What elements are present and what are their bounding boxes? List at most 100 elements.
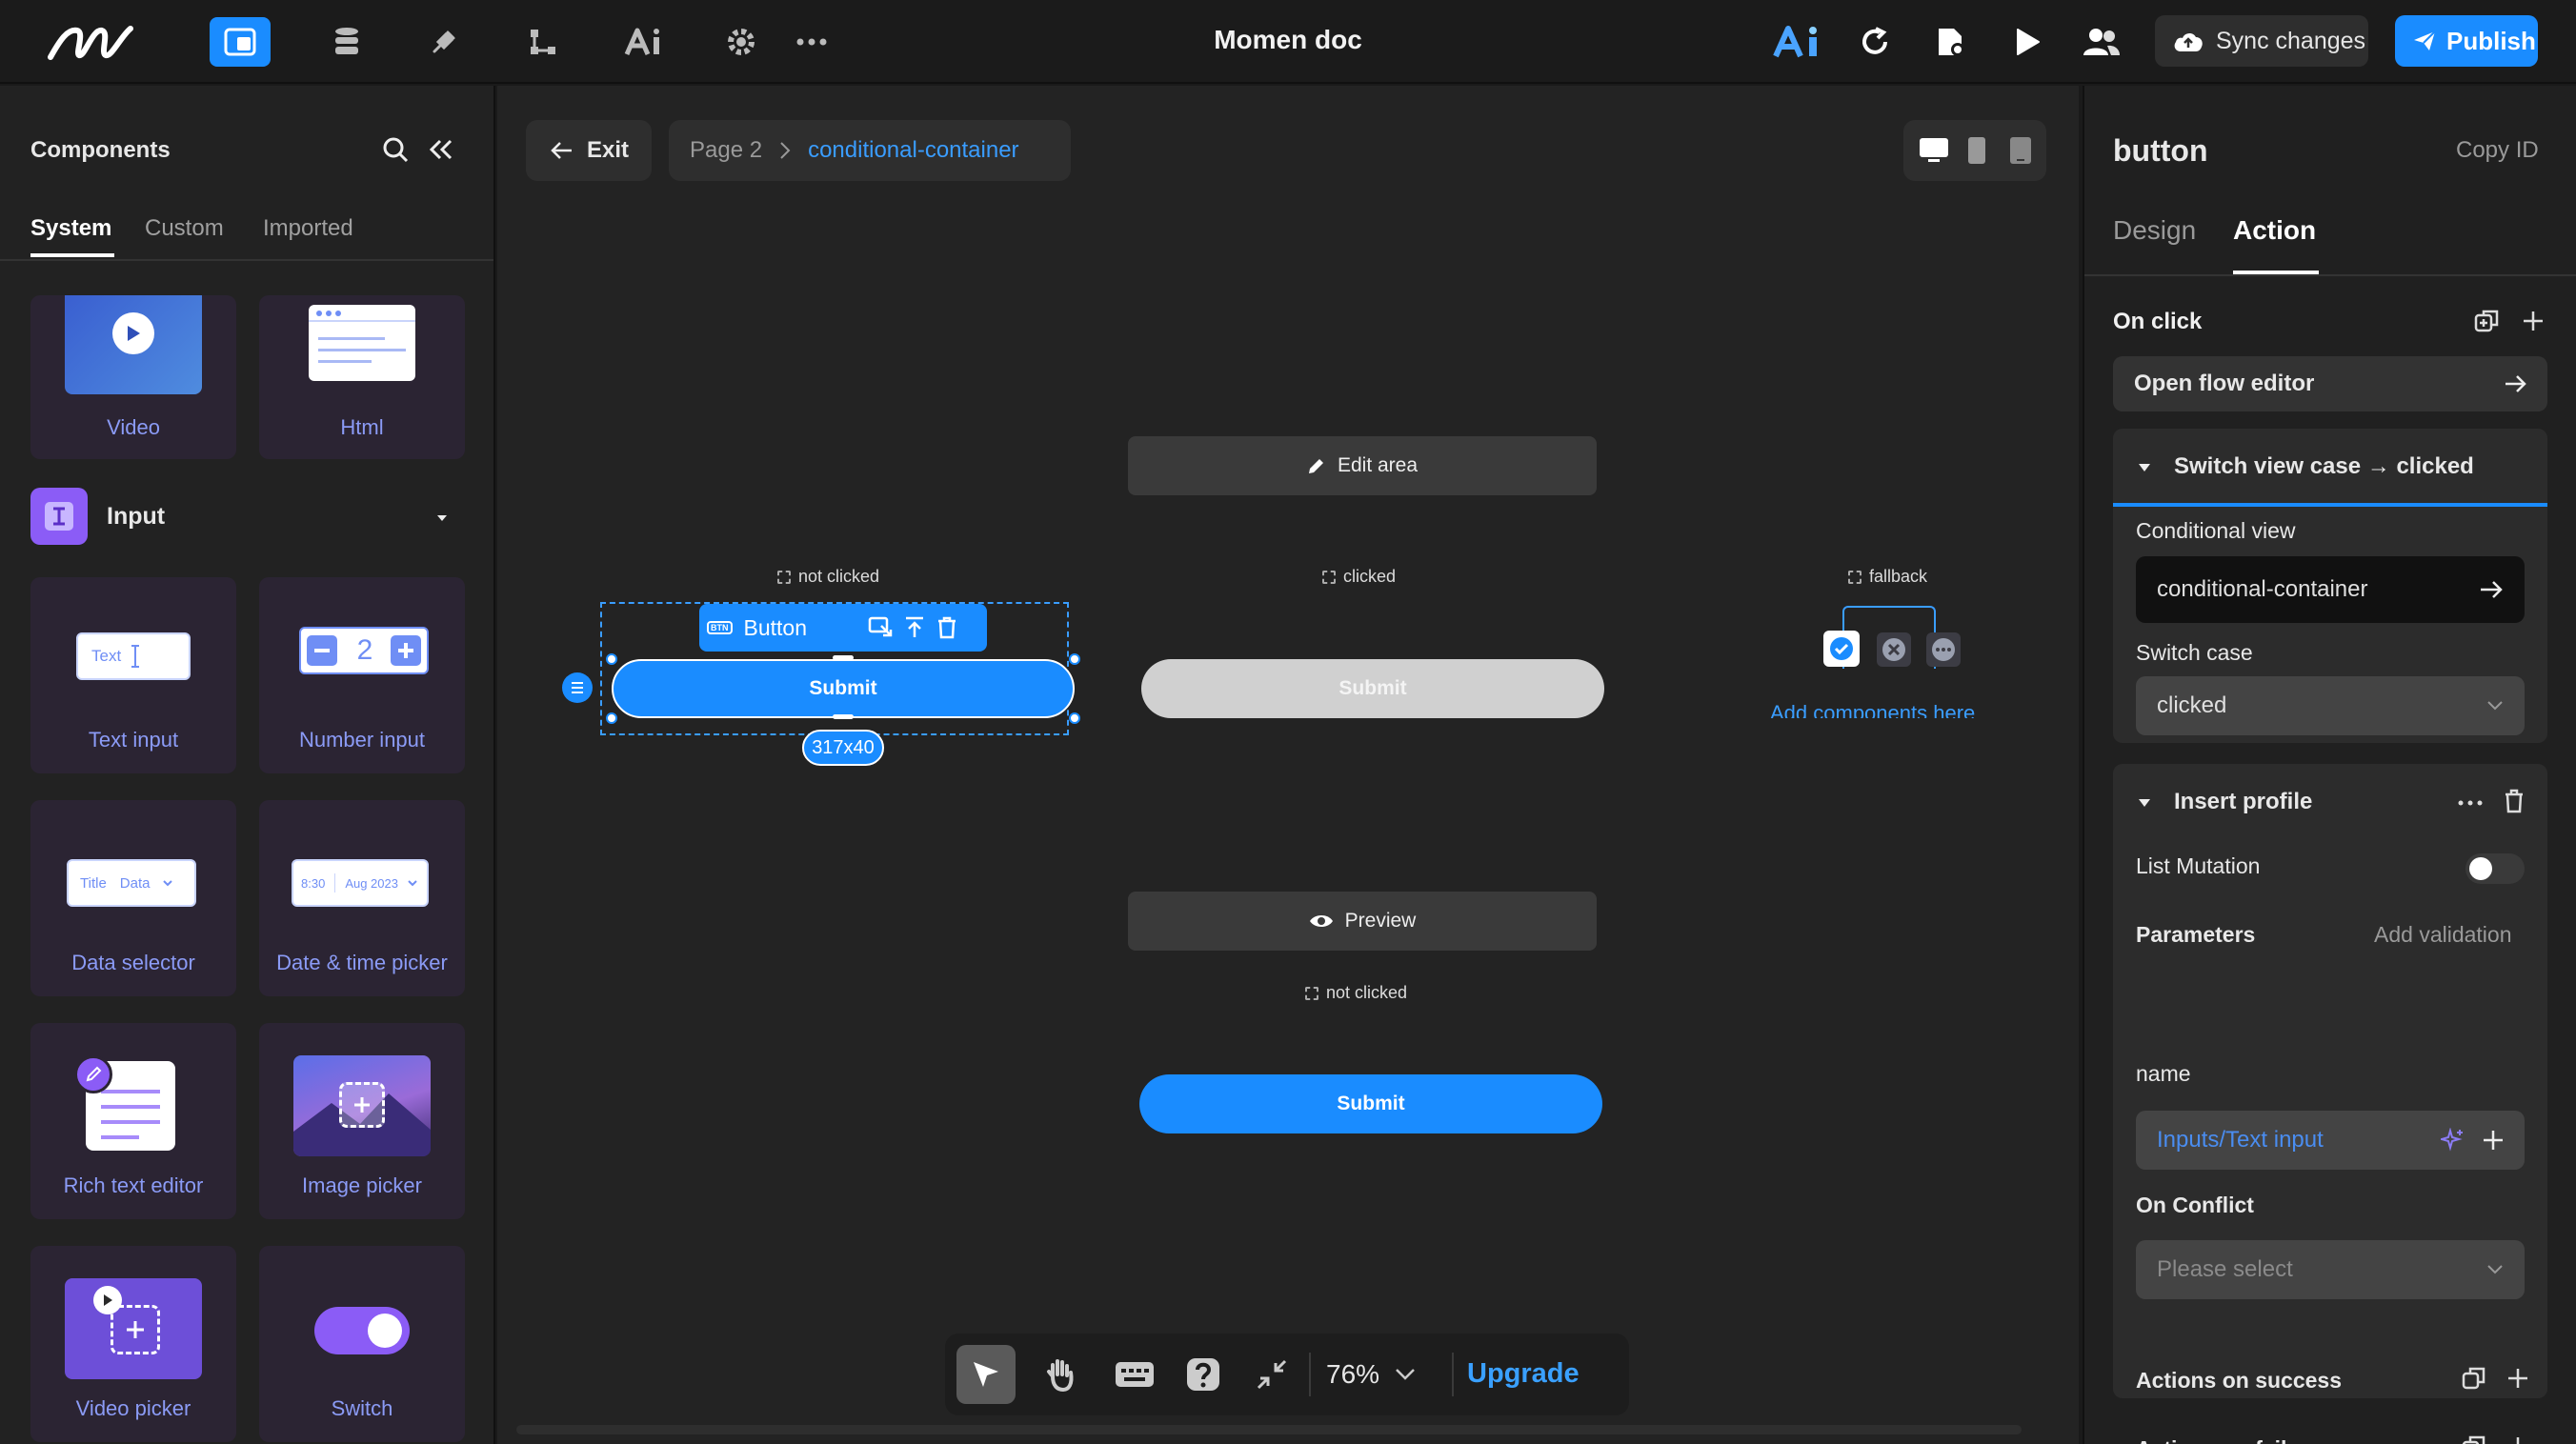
more-circle-icon[interactable]	[1926, 632, 1961, 667]
mobile-icon[interactable]	[2006, 133, 2035, 168]
more-options-icon[interactable]	[2454, 791, 2486, 815]
component-card-video[interactable]: Video	[30, 295, 236, 459]
tab-custom[interactable]: Custom	[145, 215, 224, 242]
resize-handle[interactable]	[606, 712, 617, 724]
trash-icon[interactable]	[2500, 787, 2528, 815]
close-circle-icon[interactable]	[1877, 632, 1911, 667]
copy-actions-icon[interactable]	[2460, 1433, 2488, 1444]
card-label: Switch	[331, 1396, 393, 1420]
submit-button-clicked-case[interactable]: Submit	[1141, 659, 1604, 718]
horizontal-scrollbar[interactable]	[516, 1425, 2022, 1434]
more-icon[interactable]	[781, 17, 842, 67]
play-icon[interactable]	[1997, 17, 2058, 67]
card-label: Rich text editor	[63, 1173, 204, 1197]
preview-button[interactable]: Preview	[1128, 892, 1597, 951]
refresh-icon[interactable]	[1844, 17, 1905, 67]
resize-handle[interactable]	[833, 655, 854, 660]
select-parent-icon[interactable]	[868, 616, 893, 639]
component-card-html[interactable]: Html	[259, 295, 465, 459]
logo-icon[interactable]	[38, 17, 143, 67]
resize-handle[interactable]	[1069, 653, 1080, 665]
section-title-input: Input	[107, 503, 166, 530]
component-card-data-selector[interactable]: Title Data Data selector	[30, 800, 236, 996]
list-mutation-toggle[interactable]	[2465, 853, 2525, 884]
collapse-caret-icon[interactable]	[2138, 461, 2151, 474]
keyboard-icon[interactable]	[1105, 1345, 1164, 1404]
plugin-icon[interactable]	[413, 17, 474, 67]
add-success-action-icon[interactable]	[2504, 1364, 2532, 1393]
caret-down-icon[interactable]	[431, 509, 453, 528]
sparkle-icon[interactable]	[2441, 1128, 2465, 1153]
bottom-toolbar: 76% Upgrade	[945, 1334, 1629, 1415]
switch-case-label: Switch case	[2136, 640, 2253, 665]
add-components-hint[interactable]: Add components here	[1770, 705, 2071, 718]
desktop-icon[interactable]	[1917, 133, 1951, 168]
resize-handle[interactable]	[606, 653, 617, 665]
chevron-down-icon	[2487, 701, 2503, 711]
copy-actions-icon[interactable]	[2471, 305, 2504, 337]
collapse-panel-icon[interactable]	[425, 133, 457, 166]
component-card-image-picker[interactable]: Image picker	[259, 1023, 465, 1219]
switch-case-select[interactable]: clicked	[2136, 676, 2525, 735]
collapse-caret-icon[interactable]	[2138, 796, 2151, 810]
tab-action[interactable]: Action	[2233, 215, 2316, 246]
ai-assistant-icon[interactable]	[1768, 17, 1829, 67]
edit-area-button[interactable]: Edit area	[1128, 436, 1597, 495]
add-validation-link[interactable]: Add validation	[2374, 922, 2512, 948]
upgrade-link[interactable]: Upgrade	[1467, 1358, 1580, 1390]
pointer-tool-icon[interactable]	[956, 1345, 1016, 1404]
component-card-video-picker[interactable]: Video picker	[30, 1246, 236, 1442]
tab-system[interactable]: System	[30, 215, 111, 242]
component-card-number-input[interactable]: 2 Number input	[259, 577, 465, 773]
resize-handle[interactable]	[833, 714, 854, 719]
sync-changes-button[interactable]: Sync changes	[2155, 15, 2368, 67]
component-card-switch[interactable]: Switch	[259, 1246, 465, 1442]
help-icon[interactable]	[1174, 1345, 1233, 1404]
conditional-view-field[interactable]: conditional-container	[2136, 556, 2525, 623]
drag-handle-icon[interactable]	[562, 672, 593, 703]
card-label: Image picker	[302, 1173, 422, 1197]
plus-icon[interactable]	[2483, 1130, 2504, 1151]
copy-id-link[interactable]: Copy ID	[2456, 137, 2539, 164]
users-icon[interactable]	[2071, 17, 2132, 67]
submit-button-selected[interactable]: Submit	[612, 659, 1075, 718]
hand-tool-icon[interactable]	[1031, 1345, 1090, 1404]
publish-button[interactable]: Publish	[2395, 15, 2538, 67]
add-action-icon[interactable]	[2517, 305, 2549, 337]
breadcrumb-current[interactable]: conditional-container	[808, 137, 1018, 164]
flow-icon[interactable]	[513, 17, 574, 67]
active-card-indicator	[2113, 503, 2547, 507]
components-icon[interactable]	[210, 17, 271, 67]
resize-handle[interactable]	[1069, 712, 1080, 724]
collapse-arrows-icon[interactable]	[1242, 1345, 1301, 1404]
copy-actions-icon[interactable]	[2460, 1364, 2488, 1393]
ai-icon[interactable]	[614, 17, 674, 67]
on-conflict-select[interactable]: Please select	[2136, 1240, 2525, 1299]
submit-button-preview[interactable]: Submit	[1139, 1074, 1602, 1133]
component-card-date-time-picker[interactable]: 8:30 Aug 2023 Date & time picker	[259, 800, 465, 996]
switch-card-title[interactable]: Switch view case → clicked	[2174, 453, 2474, 480]
search-icon[interactable]	[379, 133, 412, 166]
exit-button[interactable]: Exit	[526, 120, 652, 181]
page-settings-icon[interactable]	[1921, 17, 1982, 67]
move-up-icon[interactable]	[904, 616, 925, 639]
database-icon[interactable]	[316, 17, 377, 67]
tab-imported[interactable]: Imported	[263, 215, 353, 242]
open-flow-editor-button[interactable]: Open flow editor	[2113, 356, 2547, 411]
add-video-icon	[111, 1305, 160, 1354]
insert-profile-title[interactable]: Insert profile	[2174, 789, 2312, 815]
check-circle-icon[interactable]	[1823, 631, 1860, 667]
tablet-icon[interactable]	[1962, 133, 1991, 168]
add-failure-action-icon[interactable]	[2504, 1433, 2532, 1444]
zoom-select[interactable]: 76%	[1326, 1347, 1416, 1402]
component-card-rich-text-editor[interactable]: Rich text editor	[30, 1023, 236, 1219]
canvas: Exit Page 2 conditional-container Edit a…	[497, 86, 2079, 1444]
breadcrumb-page[interactable]: Page 2	[690, 137, 762, 164]
case-label-not-clicked: not clicked	[777, 567, 879, 587]
component-card-text-input[interactable]: Text Text input	[30, 577, 236, 773]
settings-icon[interactable]	[711, 17, 772, 67]
card-label: Video picker	[75, 1396, 191, 1420]
trash-icon[interactable]	[936, 616, 957, 639]
tab-design[interactable]: Design	[2113, 215, 2196, 246]
param-value-field[interactable]: Inputs/Text input	[2136, 1111, 2525, 1170]
